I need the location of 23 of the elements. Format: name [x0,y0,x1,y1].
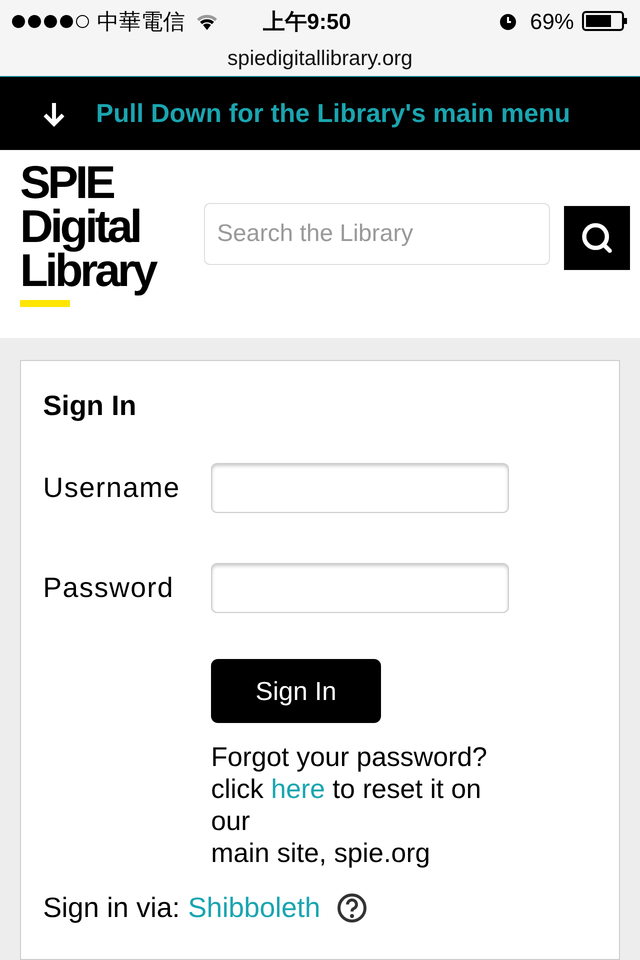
alarm-icon [498,11,518,31]
search-icon [580,220,614,255]
search-button[interactable] [564,206,630,270]
carrier-name: 中華電信 [97,8,185,36]
battery-percent: 69% [530,8,574,36]
search-field[interactable]: Search the Library [204,202,550,265]
text-field[interactable] [211,563,509,613]
down-arrow-icon [42,100,66,127]
help-icon[interactable] [336,892,368,924]
clock-time: 上午9:50 [263,8,352,36]
sign-in-button[interactable]: Sign In [211,659,381,723]
menu-banner[interactable]: Pull Down for the Library's main menu [0,77,640,150]
forgot-password-text: Forgot your password? click here to reset it on our main site, spie.org [211,741,488,869]
text-field[interactable] [211,463,509,513]
battery-icon [582,11,628,31]
site-logo[interactable]: SPIE Digital Library [20,160,190,307]
field-label: Password [43,571,175,605]
wifi-icon [195,12,219,30]
card-title: Sign In [43,389,138,423]
url-text[interactable]: spiedigitallibrary.org [227,43,413,75]
sign-in-via-label: Sign in via: [43,891,180,925]
signal-icon [12,14,89,28]
field-label: Username [43,471,182,505]
